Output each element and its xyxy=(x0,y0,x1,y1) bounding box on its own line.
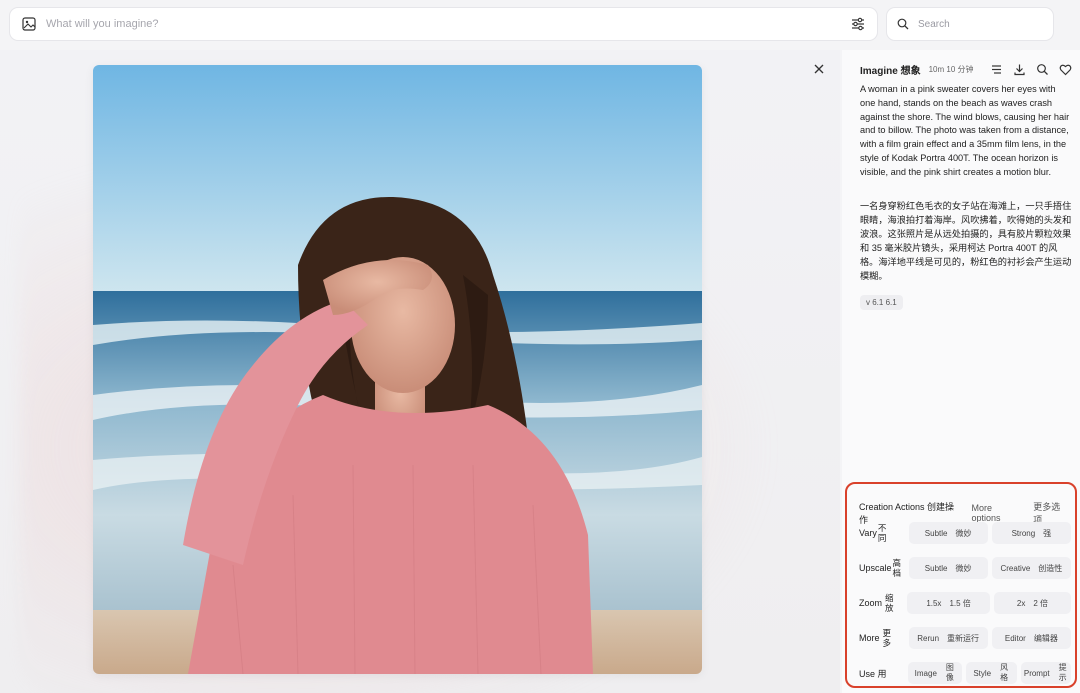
upscale-creative-label: Creative xyxy=(1000,563,1031,573)
upscale-creative-zh: 创造性 xyxy=(1038,563,1063,573)
more-label-zh: 更多 xyxy=(882,628,892,648)
use-style-label: Style xyxy=(973,668,992,678)
menu-icon[interactable] xyxy=(990,63,1003,76)
use-label: Use 用 xyxy=(859,668,887,679)
close-icon[interactable] xyxy=(812,62,826,76)
upscale-subtle-label: Subtle xyxy=(924,563,948,573)
search-similar-icon[interactable] xyxy=(1036,63,1049,76)
upscale-subtle-button[interactable]: Subtle 微妙 xyxy=(908,557,988,579)
heart-icon[interactable] xyxy=(1059,63,1072,76)
rerun-label: Rerun xyxy=(917,633,940,643)
upscale-label-zh: 高档 xyxy=(892,558,902,578)
vary-label-en: Vary xyxy=(859,528,877,538)
use-image-zh: 图像 xyxy=(945,663,954,682)
prompt-bar[interactable] xyxy=(9,7,878,41)
upscale-row: Upscale 高档 Subtle 微妙 Creative 创造性 xyxy=(859,557,1071,579)
use-prompt-zh: 提示 xyxy=(1058,663,1067,682)
zoom-1-5x-zh: 1.5 倍 xyxy=(949,598,971,608)
upscale-label-en: Upscale xyxy=(859,563,892,573)
more-row: More 更多 Rerun 重新运行 Editor 编辑器 xyxy=(859,627,1071,649)
vary-label-zh: 不同 xyxy=(877,523,887,543)
search-bar[interactable] xyxy=(886,7,1054,41)
vary-strong-zh: 强 xyxy=(1043,528,1052,538)
vary-subtle-zh: 微妙 xyxy=(955,528,972,538)
search-icon xyxy=(897,18,909,30)
zoom-row: Zoom 缩放 1.5x 1.5 倍 2x 2 倍 xyxy=(859,592,1071,614)
zoom-label-en: Zoom xyxy=(859,598,883,608)
more-label: More 更多 xyxy=(859,628,909,648)
vary-label: Vary 不同 xyxy=(859,523,909,543)
zoom-1-5x-button[interactable]: 1.5x 1.5 倍 xyxy=(907,592,990,614)
panel-timestamp: 10m 10 分钟 xyxy=(928,65,974,74)
editor-button[interactable]: Editor 编辑器 xyxy=(991,627,1071,649)
upscale-label: Upscale 高档 xyxy=(859,558,909,578)
panel-header: Imagine 想象 10m 10 分钟 xyxy=(860,62,1072,77)
image-icon[interactable] xyxy=(22,17,36,31)
rerun-zh: 重新运行 xyxy=(947,633,980,643)
use-style-button[interactable]: Style 风格 xyxy=(965,662,1017,684)
use-image-label: Image xyxy=(914,668,937,678)
zoom-2x-label: 2x xyxy=(1016,598,1026,608)
zoom-2x-zh: 2 倍 xyxy=(1033,598,1049,608)
rerun-button[interactable]: Rerun 重新运行 xyxy=(908,627,988,649)
panel-title: Imagine 想象 xyxy=(860,66,921,77)
prompt-description-en: A woman in a pink sweater covers her eye… xyxy=(860,84,1070,177)
zoom-label-zh: 缩放 xyxy=(885,593,894,613)
creation-actions: Creation Actions 创建操作 More options 更多选项 … xyxy=(845,482,1077,688)
generated-image[interactable] xyxy=(93,65,702,674)
prompt-description-zh: 一名身穿粉红色毛衣的女子站在海滩上，一只手捂住眼睛，海浪拍打着海岸。风吹拂着，吹… xyxy=(860,201,1072,281)
vary-subtle-button[interactable]: Subtle 微妙 xyxy=(908,522,988,544)
more-options-link[interactable]: More options xyxy=(971,503,1023,523)
use-row: Use 用 Image 图像 Style 风格 Prompt 提示 xyxy=(859,662,1072,684)
editor-label: Editor xyxy=(1004,633,1026,643)
zoom-1-5x-label: 1.5x xyxy=(926,598,942,608)
upscale-creative-button[interactable]: Creative 创造性 xyxy=(991,557,1071,579)
use-style-zh: 风格 xyxy=(1000,663,1009,682)
beach-photo-illustration xyxy=(93,65,702,674)
vary-strong-label: Strong xyxy=(1011,528,1036,538)
prompt-input[interactable] xyxy=(46,18,851,30)
version-badge: v 6.1 6.1 xyxy=(860,295,903,310)
panel-actions xyxy=(990,63,1072,76)
editor-zh: 编辑器 xyxy=(1033,633,1058,643)
vary-strong-button[interactable]: Strong 强 xyxy=(991,522,1071,544)
vary-row: Vary 不同 Subtle 微妙 Strong 强 xyxy=(859,522,1071,544)
search-input[interactable] xyxy=(918,18,1038,30)
zoom-2x-button[interactable]: 2x 2 倍 xyxy=(993,592,1071,614)
vary-subtle-label: Subtle xyxy=(924,528,948,538)
settings-sliders-icon[interactable] xyxy=(851,17,865,31)
download-icon[interactable] xyxy=(1013,63,1026,76)
use-prompt-label: Prompt xyxy=(1023,668,1050,678)
zoom-label: Zoom 缩放 xyxy=(859,593,907,613)
use-prompt-button[interactable]: Prompt 提示 xyxy=(1020,662,1072,684)
use-image-button[interactable]: Image 图像 xyxy=(907,662,962,684)
upscale-subtle-zh: 微妙 xyxy=(955,563,972,573)
more-label-en: More xyxy=(859,633,880,643)
